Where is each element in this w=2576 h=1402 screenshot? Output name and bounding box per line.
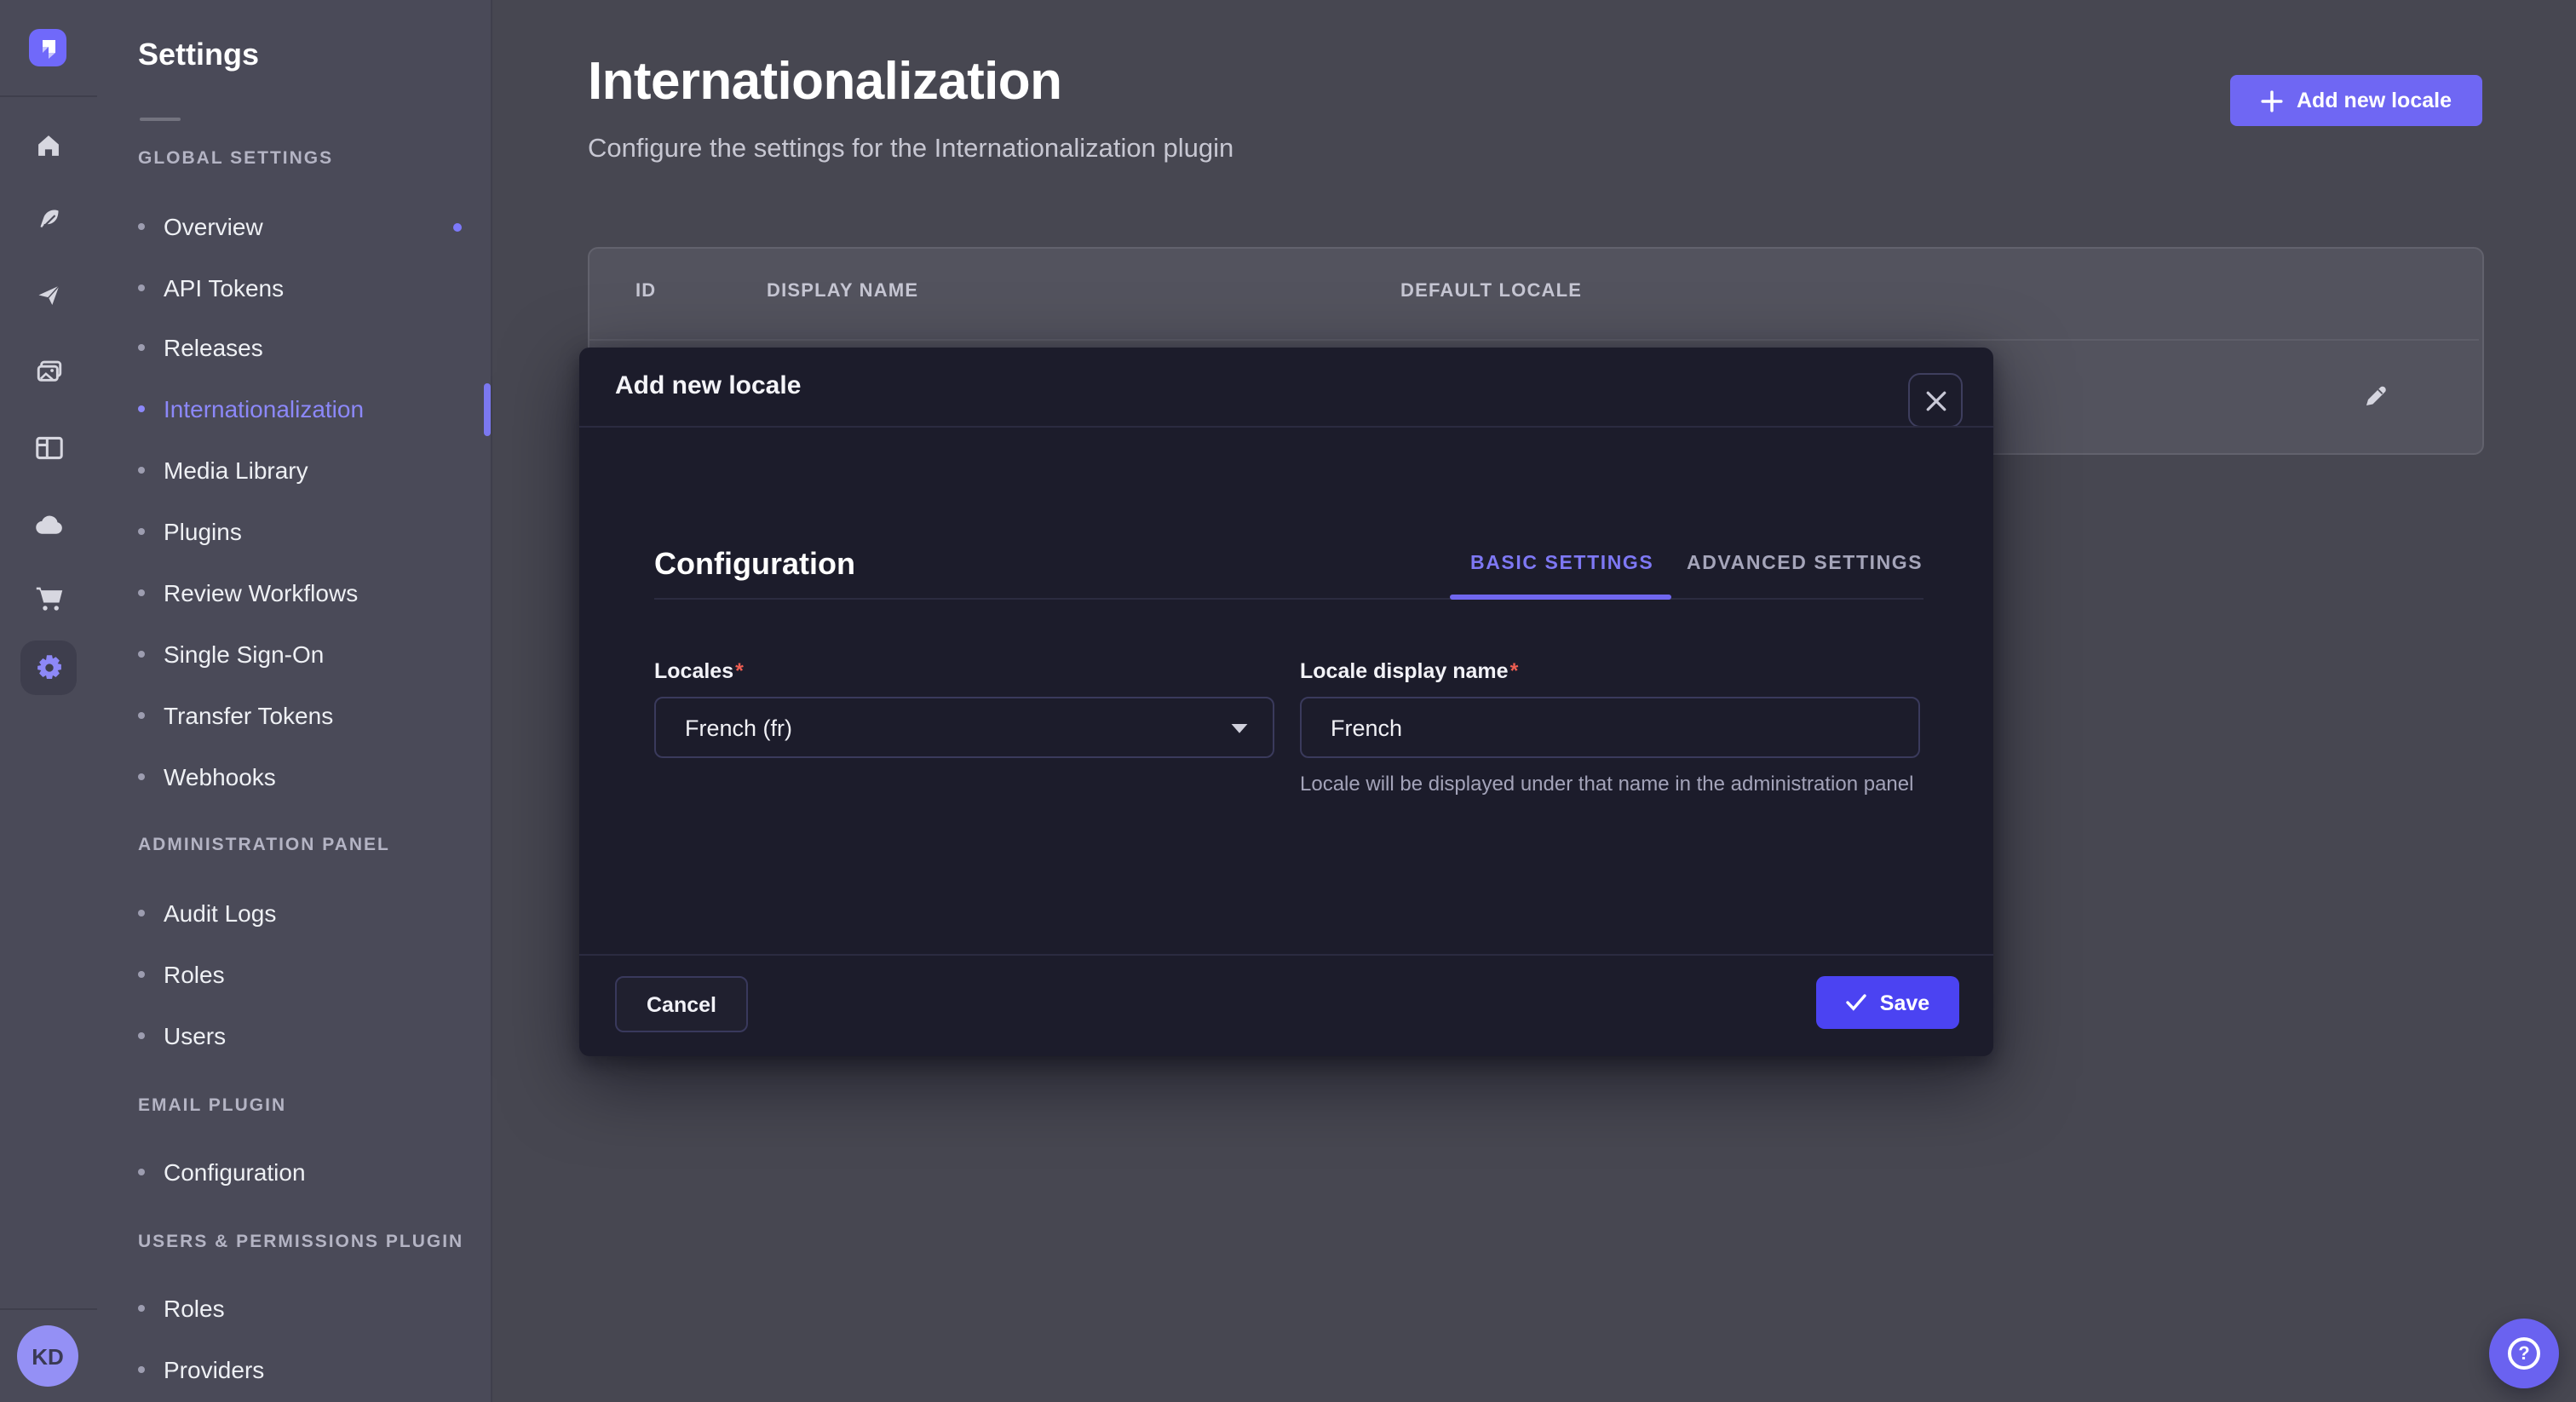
sidebar-item-releases[interactable]: Releases	[138, 330, 263, 365]
help-button[interactable]: ?	[2489, 1319, 2559, 1388]
tabs-divider	[654, 598, 1923, 600]
display-name-helper-text: Locale will be displayed under that name…	[1300, 770, 1981, 798]
overview-notification-dot	[453, 223, 462, 232]
bullet-icon	[138, 528, 145, 535]
sidebar-item-media-library[interactable]: Media Library	[138, 453, 308, 487]
bullet-icon	[138, 1169, 145, 1175]
bullet-icon	[138, 910, 145, 916]
bullet-icon	[138, 223, 145, 230]
locales-label: Locales*	[654, 659, 744, 683]
cloud-icon[interactable]	[34, 511, 63, 540]
bullet-icon	[138, 971, 145, 978]
sidebar-title: Settings	[138, 37, 259, 73]
sidebar-item-internationalization[interactable]: Internationalization	[138, 392, 364, 426]
active-item-indicator	[484, 383, 491, 436]
close-icon	[1924, 389, 1946, 411]
table-row-divider	[589, 339, 2479, 341]
sidebar-item-providers[interactable]: Providers	[138, 1353, 264, 1387]
pencil-icon	[2361, 382, 2390, 411]
sidebar-item-api-tokens[interactable]: API Tokens	[138, 271, 284, 305]
feather-icon[interactable]	[34, 206, 63, 235]
section-users-permissions-plugin: USERS & PERMISSIONS PLUGIN	[138, 1232, 463, 1255]
strapi-logo-icon[interactable]	[29, 29, 66, 66]
bullet-icon	[138, 589, 145, 596]
sidebar-item-up-roles[interactable]: Roles	[138, 1291, 225, 1325]
sidebar-item-single-sign-on[interactable]: Single Sign-On	[138, 637, 324, 671]
required-asterisk: *	[735, 659, 744, 683]
sidebar-item-roles[interactable]: Roles	[138, 957, 225, 991]
page-title: Internationalization	[588, 51, 1061, 112]
section-email-plugin: EMAIL PLUGIN	[138, 1095, 286, 1119]
sidebar-item-settings-active[interactable]	[20, 641, 77, 695]
configuration-heading: Configuration	[654, 547, 855, 583]
bullet-icon	[138, 773, 145, 780]
edit-locale-button[interactable]	[2361, 382, 2392, 412]
column-header-display-name: DISPLAY NAME	[767, 281, 918, 302]
bullet-icon	[138, 1032, 145, 1039]
media-library-icon[interactable]	[34, 358, 63, 387]
save-button[interactable]: Save	[1816, 976, 1959, 1029]
required-asterisk: *	[1510, 659, 1519, 683]
rail-divider-bottom	[0, 1308, 97, 1310]
paper-plane-icon[interactable]	[34, 281, 63, 310]
cart-icon[interactable]	[34, 584, 63, 613]
section-administration-panel: ADMINISTRATION PANEL	[138, 835, 390, 859]
bullet-icon	[138, 651, 145, 658]
rail-divider	[0, 95, 97, 97]
add-new-locale-button[interactable]: Add new locale	[2230, 75, 2482, 126]
sidebar-item-users[interactable]: Users	[138, 1019, 226, 1053]
sidebar-title-rule	[140, 118, 181, 121]
home-icon[interactable]	[34, 131, 63, 160]
chevron-down-icon	[1230, 721, 1249, 733]
sidebar-item-overview[interactable]: Overview	[138, 210, 263, 244]
sidebar-item-plugins[interactable]: Plugins	[138, 514, 242, 549]
active-tab-underline	[1450, 595, 1671, 600]
section-global-settings: GLOBAL SETTINGS	[138, 148, 333, 172]
locales-select[interactable]: French (fr)	[654, 697, 1274, 758]
tab-advanced-settings[interactable]: ADVANCED SETTINGS	[1687, 554, 1923, 574]
modal-header-divider	[579, 426, 1993, 428]
column-header-id: ID	[635, 281, 656, 302]
bullet-icon	[138, 1305, 145, 1312]
bullet-icon	[138, 405, 145, 412]
locale-display-name-input[interactable]: French	[1300, 697, 1920, 758]
gear-icon	[34, 652, 65, 683]
plus-icon	[2261, 89, 2283, 112]
bullet-icon	[138, 467, 145, 474]
sidebar-item-transfer-tokens[interactable]: Transfer Tokens	[138, 698, 333, 733]
locale-display-name-label: Locale display name*	[1300, 659, 1518, 683]
tab-basic-settings[interactable]: BASIC SETTINGS	[1470, 554, 1653, 574]
strapi-admin-app: KD Settings GLOBAL SETTINGS Overview API…	[0, 0, 2576, 1402]
user-avatar[interactable]: KD	[17, 1325, 78, 1387]
sidebar-item-webhooks[interactable]: Webhooks	[138, 760, 276, 794]
bullet-icon	[138, 284, 145, 291]
help-icon: ?	[2508, 1337, 2540, 1370]
bullet-icon	[138, 344, 145, 351]
modal-close-button[interactable]	[1908, 373, 1963, 428]
bullet-icon	[138, 712, 145, 719]
modal-footer-divider	[579, 954, 1993, 956]
layout-icon[interactable]	[34, 434, 63, 463]
cancel-button[interactable]: Cancel	[615, 976, 748, 1032]
sidebar-item-email-configuration[interactable]: Configuration	[138, 1155, 306, 1189]
sidebar-item-audit-logs[interactable]: Audit Logs	[138, 896, 276, 930]
bullet-icon	[138, 1366, 145, 1373]
column-header-default-locale: DEFAULT LOCALE	[1400, 281, 1582, 302]
sidebar-item-review-workflows[interactable]: Review Workflows	[138, 576, 358, 610]
modal-title: Add new locale	[615, 371, 801, 400]
page-subtitle: Configure the settings for the Internati…	[588, 135, 1233, 165]
check-icon	[1846, 993, 1868, 1012]
